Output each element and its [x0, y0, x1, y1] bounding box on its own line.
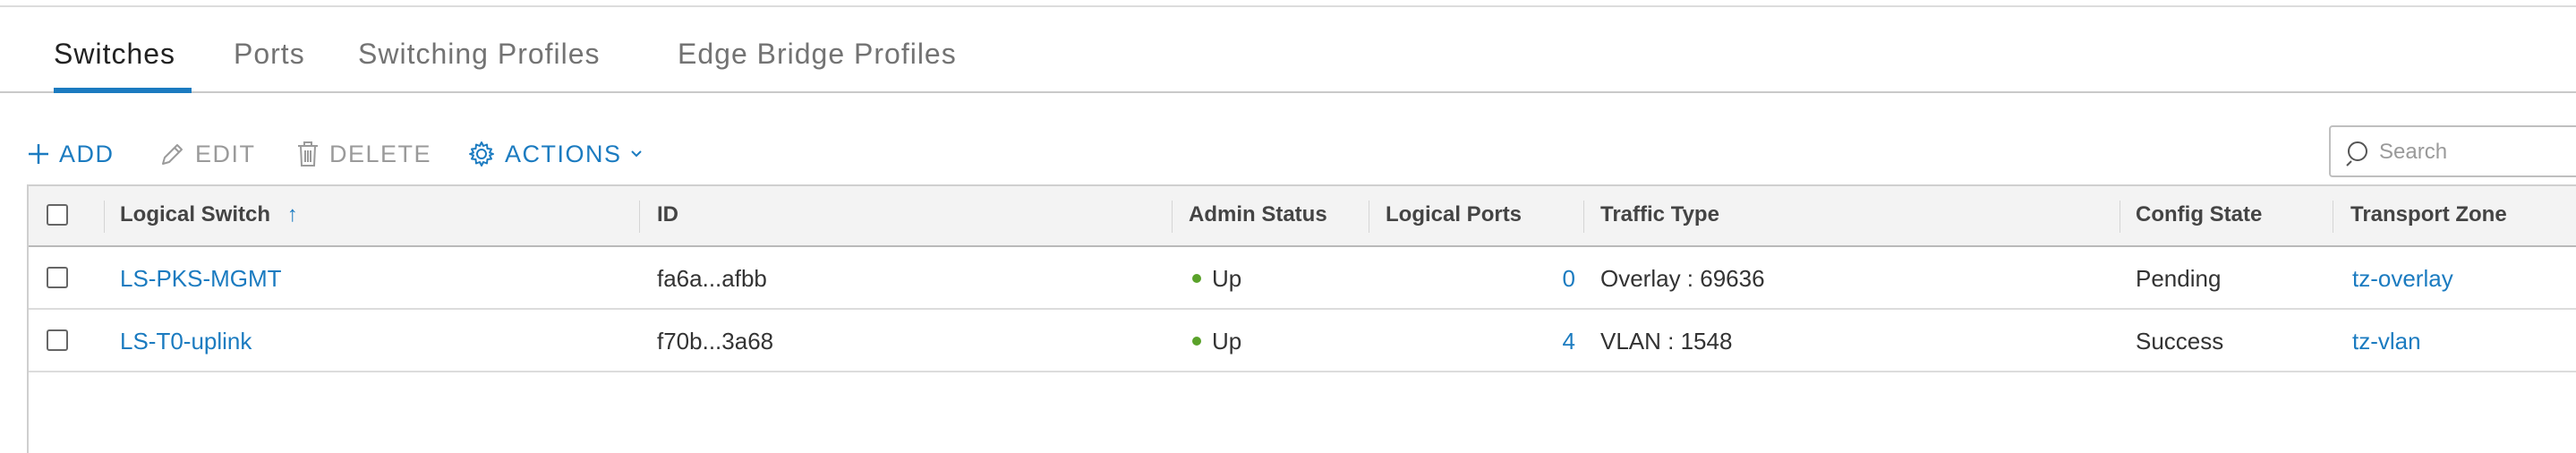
select-all-checkbox[interactable]: [47, 204, 68, 226]
column-header-traffic-type[interactable]: Traffic Type: [1600, 202, 1719, 227]
pencil-icon: [162, 144, 183, 165]
switch-id: f70b...3a68: [657, 328, 774, 355]
column-header-transport-zone[interactable]: Transport Zone: [2350, 202, 2507, 227]
traffic-type: Overlay : 69636: [1600, 265, 1765, 292]
add-label: ADD: [59, 140, 115, 167]
top-divider: [0, 0, 2576, 7]
tab-label: Switches: [54, 38, 176, 70]
tab-edge-bridge-profiles[interactable]: Edge Bridge Profiles: [678, 29, 957, 93]
admin-status-text: Up: [1212, 265, 1242, 292]
search-field[interactable]: [2329, 125, 2576, 177]
add-button[interactable]: ADD: [27, 134, 115, 174]
status-up-icon: [1192, 274, 1201, 284]
delete-label: DELETE: [329, 140, 432, 167]
search-icon: [2346, 141, 2367, 167]
tab-bar: Switches Ports Switching Profiles Edge B…: [0, 7, 2576, 93]
column-divider: [1583, 201, 1584, 233]
table-row[interactable]: LS-PKS-MGMT fa6a...afbb Up 0 Overlay : 6…: [29, 247, 2576, 310]
config-state: Pending: [2136, 265, 2222, 292]
search-input[interactable]: [2377, 134, 2576, 170]
edit-button[interactable]: EDIT: [159, 134, 256, 174]
row-select-checkbox[interactable]: [47, 267, 68, 288]
edit-label: EDIT: [195, 140, 256, 167]
config-state: Success: [2136, 328, 2224, 355]
actions-menu-button[interactable]: ACTIONS: [467, 134, 644, 174]
tab-label: Edge Bridge Profiles: [678, 38, 957, 70]
trash-icon: [298, 141, 318, 167]
active-tab-indicator: [54, 88, 192, 93]
admin-status: Up: [1192, 328, 1241, 355]
switch-id: fa6a...afbb: [657, 265, 767, 292]
admin-status: Up: [1192, 265, 1241, 293]
tab-ports[interactable]: Ports: [234, 29, 305, 93]
delete-button[interactable]: DELETE: [295, 134, 431, 174]
column-divider: [1172, 201, 1173, 233]
table-row[interactable]: LS-T0-uplink f70b...3a68 Up 4 VLAN : 154…: [29, 310, 2576, 372]
chevron-down-icon: [630, 150, 642, 158]
actions-label: ACTIONS: [505, 140, 622, 167]
column-label: Logical Switch: [120, 202, 271, 226]
traffic-type: VLAN : 1548: [1600, 328, 1733, 355]
row-select-checkbox[interactable]: [47, 329, 68, 351]
plus-icon: [29, 144, 48, 164]
transport-zone-link[interactable]: tz-overlay: [2352, 265, 2453, 293]
logical-switch-link[interactable]: LS-PKS-MGMT: [120, 265, 282, 293]
column-header-logical-ports[interactable]: Logical Ports: [1386, 202, 1522, 227]
admin-status-text: Up: [1212, 328, 1242, 355]
column-header-logical-switch[interactable]: Logical Switch ↑: [120, 202, 298, 227]
column-header-config-state[interactable]: Config State: [2136, 202, 2262, 227]
column-header-id[interactable]: ID: [657, 202, 678, 227]
status-up-icon: [1192, 337, 1201, 346]
tab-switches[interactable]: Switches: [54, 29, 192, 93]
tab-label: Switching Profiles: [358, 38, 601, 70]
logical-ports-link[interactable]: 0: [1540, 265, 1575, 293]
table-header: Logical Switch ↑ ID Admin Status Logical…: [29, 186, 2576, 247]
logical-switches-table: Logical Switch ↑ ID Admin Status Logical…: [27, 184, 2576, 453]
column-divider: [639, 201, 640, 233]
gear-icon: [469, 141, 494, 167]
column-divider: [104, 201, 105, 233]
sort-ascending-icon: ↑: [286, 202, 298, 226]
logical-switch-link[interactable]: LS-T0-uplink: [120, 328, 252, 355]
tab-switching-profiles[interactable]: Switching Profiles: [358, 29, 601, 93]
tab-label: Ports: [234, 38, 305, 70]
transport-zone-link[interactable]: tz-vlan: [2352, 328, 2421, 355]
logical-ports-link[interactable]: 4: [1540, 328, 1575, 355]
column-header-admin-status[interactable]: Admin Status: [1189, 202, 1327, 227]
